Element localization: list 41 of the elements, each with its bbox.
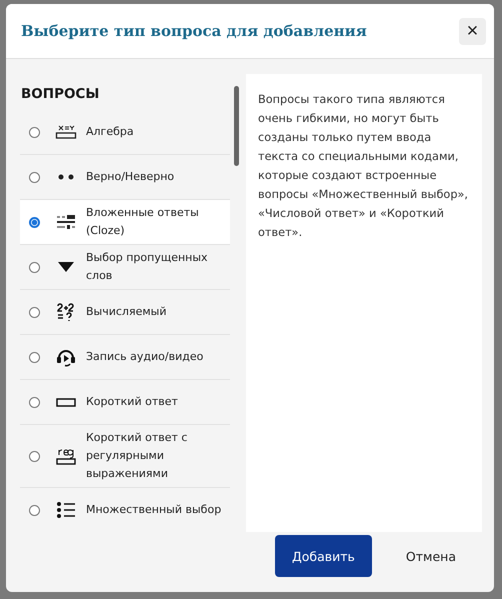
- radio-button[interactable]: [29, 306, 40, 318]
- formula-icon: [56, 302, 76, 322]
- radio-button[interactable]: [29, 504, 40, 516]
- option-label: Вычисляемый: [86, 304, 166, 320]
- radio-button[interactable]: [29, 126, 40, 138]
- headset-play-icon: [56, 347, 76, 367]
- option-label: Короткий ответ: [86, 394, 178, 410]
- description-text: Вопросы такого типа являются очень гибкими, но могут быть созданы только путем ввода текста со специальными кодами, которые создают встроенные вопросы «Множественный выбор», «Числовой ответ» и «Короткий ответ».: [258, 92, 469, 241]
- option-label: Запись аудио/видео: [86, 349, 204, 365]
- question-type-option[interactable]: Вычисляемый: [20, 290, 230, 335]
- text-field-icon: [56, 398, 76, 406]
- radio-button[interactable]: [29, 352, 40, 362]
- option-label: Множественный выбор: [86, 502, 222, 518]
- add-button[interactable]: Добавить: [274, 535, 372, 577]
- radio-button[interactable]: [29, 450, 40, 462]
- question-type-option[interactable]: Запись аудио/видео: [20, 335, 230, 380]
- radio-button[interactable]: [29, 396, 40, 408]
- question-type-option[interactable]: Алгебра: [20, 110, 230, 155]
- question-type-option[interactable]: Множественный выбор: [20, 488, 230, 524]
- option-label: Вложенные ответы (Cloze): [86, 205, 200, 239]
- dialog-title: Выберите тип вопроса для добавления: [21, 22, 367, 40]
- two-dots-icon: [57, 174, 75, 180]
- option-label: Выбор пропущенных слов: [86, 250, 209, 284]
- question-type-option[interactable]: Выбор пропущенных слов: [20, 245, 230, 290]
- radio-button[interactable]: [29, 172, 40, 182]
- question-type-option[interactable]: Вложенные ответы (Cloze): [20, 200, 230, 245]
- regex-field-icon: [56, 447, 76, 465]
- radio-button[interactable]: [29, 216, 40, 228]
- question-type-option[interactable]: Короткий ответ с регулярными выражениями: [20, 425, 230, 488]
- cancel-button[interactable]: Отмена: [396, 540, 466, 572]
- radio-button[interactable]: [29, 262, 40, 272]
- text-blocks-icon: [55, 213, 77, 231]
- close-button[interactable]: ×: [459, 18, 486, 44]
- triangle-icon: [58, 262, 74, 272]
- option-label: Короткий ответ с регулярными выражениями: [86, 430, 188, 482]
- bulleted-list-icon: [56, 501, 76, 519]
- section-heading: ВОПРОСЫ: [21, 86, 100, 102]
- question-type-option[interactable]: Короткий ответ: [20, 380, 230, 425]
- equation-box-icon: [55, 125, 77, 139]
- option-label: Алгебра: [86, 124, 134, 140]
- option-label: Верно/Неверно: [86, 169, 174, 185]
